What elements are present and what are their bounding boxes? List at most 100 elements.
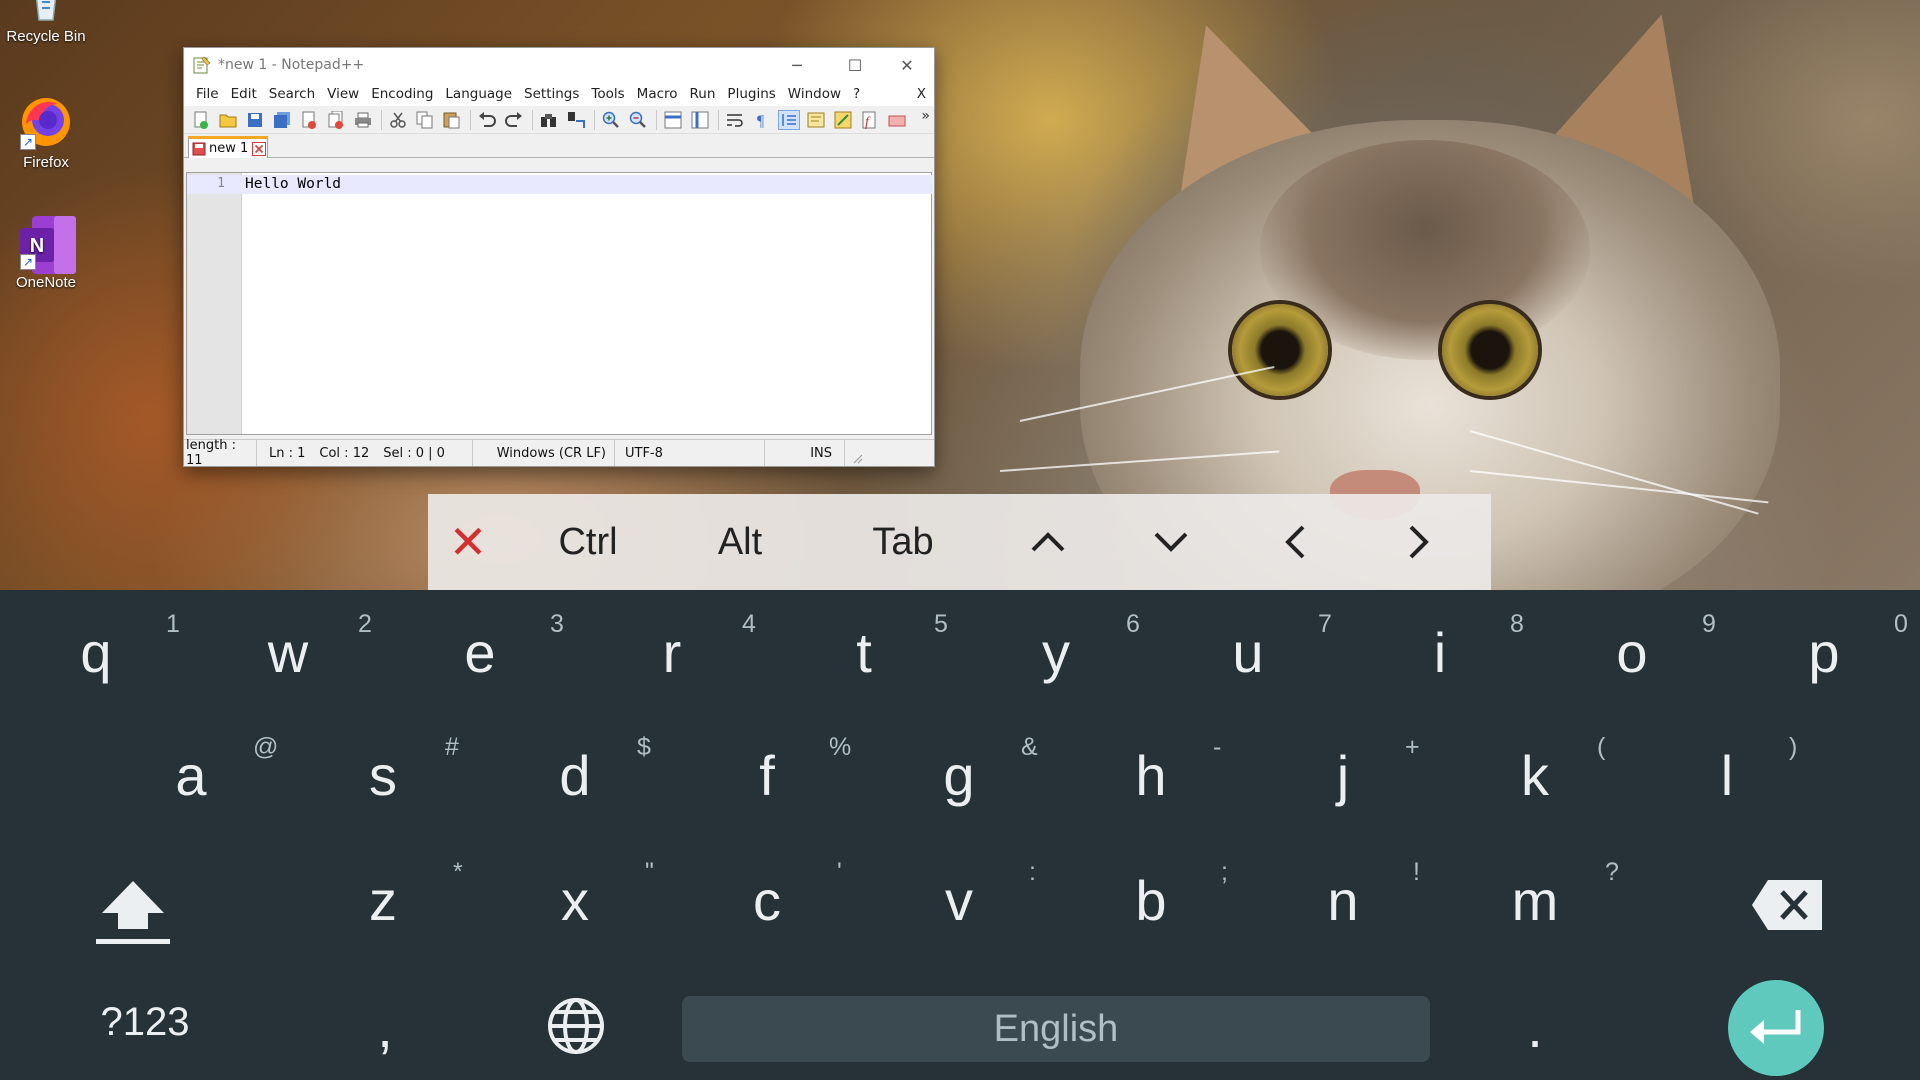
undo-icon[interactable] (476, 110, 498, 130)
zoom-in-icon[interactable] (600, 110, 622, 130)
save-all-icon[interactable] (271, 110, 293, 130)
close-all-icon[interactable] (325, 110, 347, 130)
sync-horizontal-scroll-icon[interactable] (689, 110, 711, 130)
copy-icon[interactable] (414, 110, 436, 130)
menu-macro[interactable]: Macro (631, 86, 684, 102)
notepad-plus-plus-window[interactable]: *new 1 - Notepad++ ─ ☐ ✕ File Edit Searc… (183, 47, 935, 468)
arrow-down-key[interactable] (1131, 494, 1211, 590)
editor-text[interactable]: Hello World (245, 176, 341, 192)
zoom-out-icon[interactable] (627, 110, 649, 130)
save-icon[interactable] (244, 110, 266, 130)
key-y[interactable]: y (1006, 620, 1106, 685)
shift-key[interactable] (92, 873, 174, 955)
minimize-button[interactable]: ─ (768, 48, 826, 82)
menu-help[interactable]: ? (847, 86, 866, 102)
key-hint-c: ' (837, 858, 842, 886)
key-q[interactable]: q (46, 620, 146, 685)
key-f[interactable]: f (717, 743, 817, 808)
toolbar-separator (594, 109, 595, 130)
ctrl-key[interactable]: Ctrl (528, 494, 648, 590)
arrow-up-key[interactable] (1008, 494, 1088, 590)
replace-icon[interactable] (565, 110, 587, 130)
resize-grip-icon[interactable] (845, 440, 865, 466)
key-a[interactable]: a (141, 743, 241, 808)
dismiss-extra-keys-button[interactable]: ✕ (428, 494, 508, 590)
backspace-icon (1752, 880, 1822, 930)
tab-close-icon[interactable] (252, 141, 267, 156)
enter-key[interactable] (1728, 980, 1824, 1076)
menu-tools[interactable]: Tools (585, 86, 630, 102)
key-o[interactable]: o (1582, 620, 1682, 685)
period-key[interactable]: . (1490, 995, 1580, 1060)
tab-key[interactable]: Tab (843, 494, 963, 590)
menu-plugins[interactable]: Plugins (721, 86, 781, 102)
find-icon[interactable] (538, 110, 560, 130)
menu-window[interactable]: Window (782, 86, 847, 102)
key-e[interactable]: e (430, 620, 530, 685)
key-k[interactable]: k (1485, 743, 1585, 808)
key-l[interactable]: l (1677, 743, 1777, 808)
arrow-right-key[interactable] (1379, 494, 1459, 590)
key-g[interactable]: g (909, 743, 1009, 808)
window-titlebar[interactable]: *new 1 - Notepad++ ─ ☐ ✕ (184, 48, 934, 82)
key-r[interactable]: r (622, 620, 722, 685)
cut-icon[interactable] (387, 110, 409, 130)
key-h[interactable]: h (1101, 743, 1201, 808)
redo-icon[interactable] (503, 110, 525, 130)
word-wrap-icon[interactable] (724, 110, 746, 130)
key-n[interactable]: n (1293, 868, 1393, 933)
paste-icon[interactable] (441, 110, 463, 130)
menu-edit[interactable]: Edit (225, 86, 263, 102)
backspace-key[interactable] (1750, 878, 1826, 932)
document-map-icon[interactable] (805, 110, 827, 130)
comma-key[interactable]: , (340, 995, 430, 1060)
desktop-icon-firefox[interactable]: ↗ Firefox (0, 94, 92, 171)
close-document-button[interactable]: X (911, 86, 932, 102)
close-file-icon[interactable] (298, 110, 320, 130)
new-file-icon[interactable] (190, 110, 212, 130)
key-p[interactable]: p (1774, 620, 1874, 685)
key-c[interactable]: c (717, 868, 817, 933)
menu-encoding[interactable]: Encoding (365, 86, 439, 102)
maximize-button[interactable]: ☐ (826, 48, 884, 82)
menu-file[interactable]: File (190, 86, 225, 102)
key-v[interactable]: v (909, 868, 1009, 933)
key-j[interactable]: j (1293, 743, 1393, 808)
alt-key[interactable]: Alt (690, 494, 790, 590)
toolbar-overflow-icon[interactable]: » (921, 108, 930, 124)
key-z[interactable]: z (333, 868, 433, 933)
open-file-icon[interactable] (217, 110, 239, 130)
key-d[interactable]: d (525, 743, 625, 808)
close-window-button[interactable]: ✕ (878, 48, 936, 82)
folder-as-workspace-icon[interactable]: f (859, 110, 881, 130)
tab-new-1[interactable]: new 1 (188, 136, 268, 158)
key-t[interactable]: t (814, 620, 914, 685)
symbols-key[interactable]: ?123 (80, 1000, 210, 1045)
menu-settings[interactable]: Settings (518, 86, 585, 102)
desktop-icon-recycle-bin[interactable]: Recycle Bin (0, 0, 92, 45)
menu-run[interactable]: Run (684, 86, 722, 102)
menu-search[interactable]: Search (263, 86, 321, 102)
status-col: Col : 12 (319, 445, 370, 461)
indent-guide-icon[interactable] (778, 109, 800, 130)
key-m[interactable]: m (1485, 868, 1585, 933)
function-list-icon[interactable] (832, 110, 854, 130)
key-u[interactable]: u (1198, 620, 1298, 685)
sync-vertical-scroll-icon[interactable] (662, 110, 684, 130)
key-x[interactable]: x (525, 868, 625, 933)
language-switch-key[interactable] (546, 996, 606, 1056)
space-bar[interactable]: English (682, 996, 1430, 1062)
key-s[interactable]: s (333, 743, 433, 808)
key-w[interactable]: w (238, 620, 338, 685)
menu-view[interactable]: View (321, 86, 365, 102)
key-b[interactable]: b (1101, 868, 1201, 933)
menu-language[interactable]: Language (439, 86, 518, 102)
print-icon[interactable] (352, 110, 374, 130)
recycle-bin-icon (18, 0, 74, 24)
monitoring-icon[interactable] (886, 110, 908, 130)
show-all-characters-icon[interactable]: ¶ (751, 110, 773, 130)
desktop-icon-onenote[interactable]: N ↗ OneNote (0, 214, 92, 291)
key-i[interactable]: i (1390, 620, 1490, 685)
arrow-left-key[interactable] (1255, 494, 1335, 590)
editor-area[interactable]: 1 Hello World (186, 172, 932, 435)
